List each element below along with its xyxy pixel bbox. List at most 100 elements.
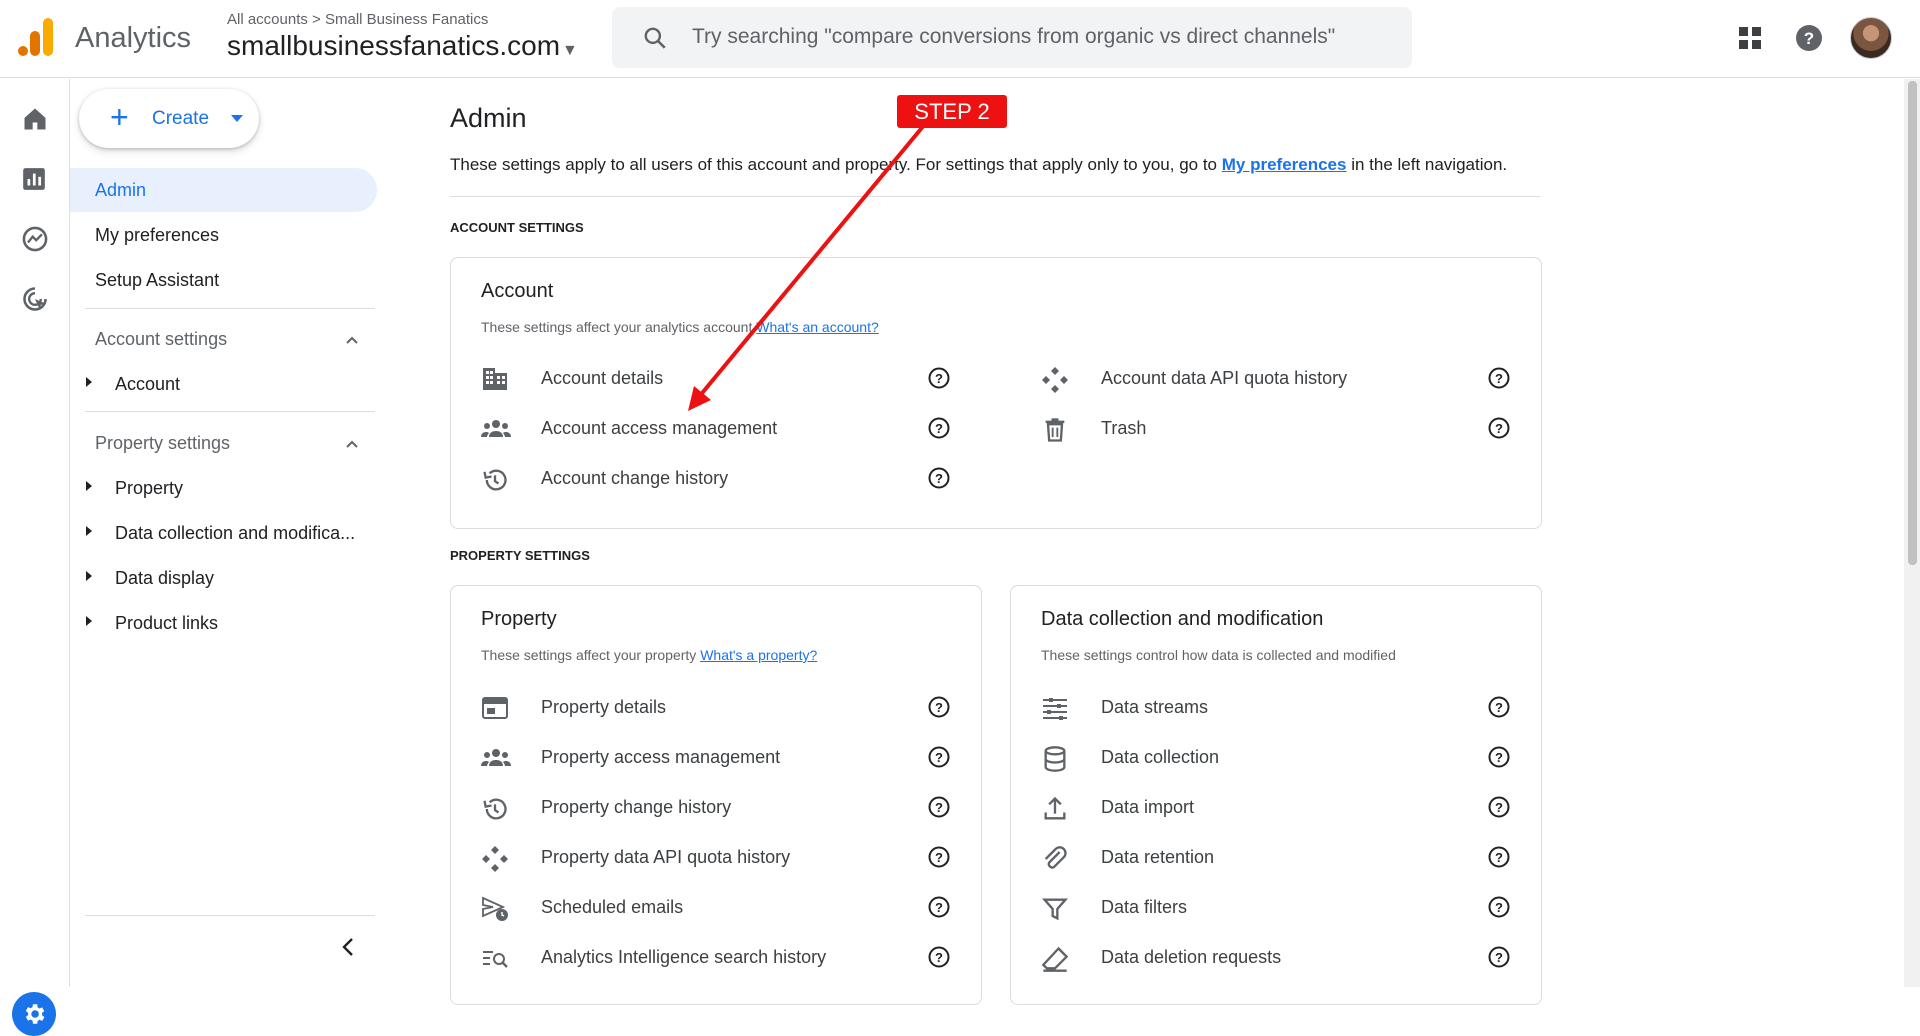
analytics-logo[interactable] xyxy=(18,18,54,56)
property-change-history-row[interactable]: Property change history ? xyxy=(481,793,951,823)
property-data-api-quota-history-row[interactable]: Property data API quota history ? xyxy=(481,843,951,873)
data-filters-row[interactable]: Data filters ? xyxy=(1041,893,1511,923)
nav-item-my-preferences[interactable]: My preferences xyxy=(95,225,219,246)
trash-row[interactable]: Trash ? xyxy=(1041,414,1511,444)
description-text-end: in the left navigation. xyxy=(1346,155,1508,174)
data-retention-row[interactable]: Data retention ? xyxy=(1041,843,1511,873)
nav-item-product-links[interactable]: Product links xyxy=(115,613,218,634)
help-circle-icon[interactable]: ? xyxy=(928,946,950,968)
expand-arrow-icon[interactable] xyxy=(86,377,92,387)
expand-arrow-icon[interactable] xyxy=(86,616,92,626)
avatar[interactable] xyxy=(1850,17,1892,59)
admin-gear-icon[interactable] xyxy=(12,992,56,1036)
nav-item-property[interactable]: Property xyxy=(115,478,183,499)
account-settings-label: ACCOUNT SETTINGS xyxy=(450,220,584,235)
expand-arrow-icon[interactable] xyxy=(86,526,92,536)
chevron-up-icon[interactable] xyxy=(344,436,360,452)
top-bar: Analytics All accounts > Small Business … xyxy=(0,0,1920,78)
help-circle-icon[interactable]: ? xyxy=(1488,796,1510,818)
reports-icon[interactable] xyxy=(21,166,47,192)
account-data-api-quota-history-row[interactable]: Account data API quota history ? xyxy=(1041,364,1511,394)
data-collection-card-title: Data collection and modification xyxy=(1041,608,1324,630)
svg-text:?: ? xyxy=(935,850,943,865)
help-circle-icon[interactable]: ? xyxy=(1488,896,1510,918)
svg-text:?: ? xyxy=(1804,29,1814,48)
help-circle-icon[interactable]: ? xyxy=(928,417,950,439)
data-collection-card: Data collection and modification These s… xyxy=(1010,585,1542,1005)
property-access-management-label: Property access management xyxy=(541,747,781,767)
property-selector[interactable]: smallbusinessfanatics.com ▼ xyxy=(227,30,578,62)
apps-grid-icon[interactable] xyxy=(1738,26,1762,50)
help-circle-icon[interactable]: ? xyxy=(928,846,950,868)
help-circle-icon[interactable]: ? xyxy=(928,367,950,389)
help-circle-icon[interactable]: ? xyxy=(1488,696,1510,718)
page-title: Admin xyxy=(450,103,527,133)
create-button[interactable]: + Create xyxy=(79,89,259,148)
home-icon[interactable] xyxy=(21,105,49,133)
nav-item-account[interactable]: Account xyxy=(115,374,180,395)
expand-arrow-icon[interactable] xyxy=(86,481,92,491)
whats-an-account-link[interactable]: What's an account? xyxy=(756,319,879,335)
help-icon[interactable]: ? xyxy=(1795,24,1823,52)
data-import-row[interactable]: Data import ? xyxy=(1041,793,1511,823)
left-rail xyxy=(0,79,70,1036)
breadcrumb-all-accounts[interactable]: All accounts xyxy=(227,11,308,28)
data-deletion-requests-row[interactable]: Data deletion requests ? xyxy=(1041,943,1511,973)
help-circle-icon[interactable]: ? xyxy=(928,746,950,768)
explore-icon[interactable] xyxy=(21,225,49,253)
advertising-icon[interactable] xyxy=(21,285,49,313)
property-access-management-row[interactable]: Property access management ? xyxy=(481,743,951,773)
help-circle-icon[interactable]: ? xyxy=(1488,846,1510,868)
svg-text:?: ? xyxy=(935,421,943,436)
help-circle-icon[interactable]: ? xyxy=(928,796,950,818)
property-card: Property These settings affect your prop… xyxy=(450,585,982,1005)
analytics-intelligence-search-history-row[interactable]: Analytics Intelligence search history ? xyxy=(481,943,951,973)
scrollbar[interactable] xyxy=(1904,79,1920,987)
breadcrumb[interactable]: All accounts > Small Business Fanatics xyxy=(227,11,488,28)
my-preferences-link[interactable]: My preferences xyxy=(1222,155,1347,174)
scrollbar-thumb[interactable] xyxy=(1908,81,1917,565)
account-details-row[interactable]: Account details ? xyxy=(481,364,951,394)
nav-item-data-collection[interactable]: Data collection and modifica... xyxy=(115,523,355,544)
data-streams-row[interactable]: Data streams ? xyxy=(1041,693,1511,723)
page-description: These settings apply to all users of thi… xyxy=(450,155,1507,175)
nav-item-data-display[interactable]: Data display xyxy=(115,568,214,589)
search-bar[interactable]: Try searching "compare conversions from … xyxy=(612,7,1412,68)
account-settings-header[interactable]: Account settings xyxy=(95,329,227,350)
data-streams-label: Data streams xyxy=(1101,697,1209,717)
collapse-nav-icon[interactable] xyxy=(338,936,358,958)
api-diamond-icon xyxy=(482,846,508,872)
whats-a-property-link[interactable]: What's a property? xyxy=(700,647,817,663)
property-card-title: Property xyxy=(481,608,557,630)
help-circle-icon[interactable]: ? xyxy=(928,896,950,918)
svg-text:?: ? xyxy=(935,800,943,815)
svg-text:?: ? xyxy=(935,950,943,965)
svg-text:?: ? xyxy=(935,900,943,915)
help-circle-icon[interactable]: ? xyxy=(928,696,950,718)
help-circle-icon[interactable]: ? xyxy=(1488,367,1510,389)
help-circle-icon[interactable]: ? xyxy=(928,467,950,489)
divider xyxy=(85,915,375,916)
property-details-label: Property details xyxy=(541,697,667,717)
search-history-icon xyxy=(483,951,508,968)
people-icon xyxy=(481,420,511,437)
breadcrumb-account[interactable]: Small Business Fanatics xyxy=(325,11,488,28)
nav-item-admin[interactable]: Admin xyxy=(95,180,146,201)
help-circle-icon[interactable]: ? xyxy=(1488,746,1510,768)
data-retention-label: Data retention xyxy=(1101,847,1215,867)
nav-item-setup-assistant[interactable]: Setup Assistant xyxy=(95,270,219,291)
account-access-management-row[interactable]: Account access management ? xyxy=(481,414,951,444)
svg-text:?: ? xyxy=(1495,371,1503,386)
expand-arrow-icon[interactable] xyxy=(86,571,92,581)
property-settings-header[interactable]: Property settings xyxy=(95,433,230,454)
data-streams-icon xyxy=(1043,698,1067,720)
scheduled-emails-row[interactable]: Scheduled emails ? xyxy=(481,893,951,923)
data-collection-row[interactable]: Data collection ? xyxy=(1041,743,1511,773)
help-circle-icon[interactable]: ? xyxy=(1488,946,1510,968)
eraser-icon xyxy=(1041,946,1069,972)
chevron-up-icon[interactable] xyxy=(344,332,360,348)
help-circle-icon[interactable]: ? xyxy=(1488,417,1510,439)
create-label: Create xyxy=(152,108,210,129)
property-details-row[interactable]: Property details ? xyxy=(481,693,951,723)
account-change-history-row[interactable]: Account change history ? xyxy=(481,464,951,494)
